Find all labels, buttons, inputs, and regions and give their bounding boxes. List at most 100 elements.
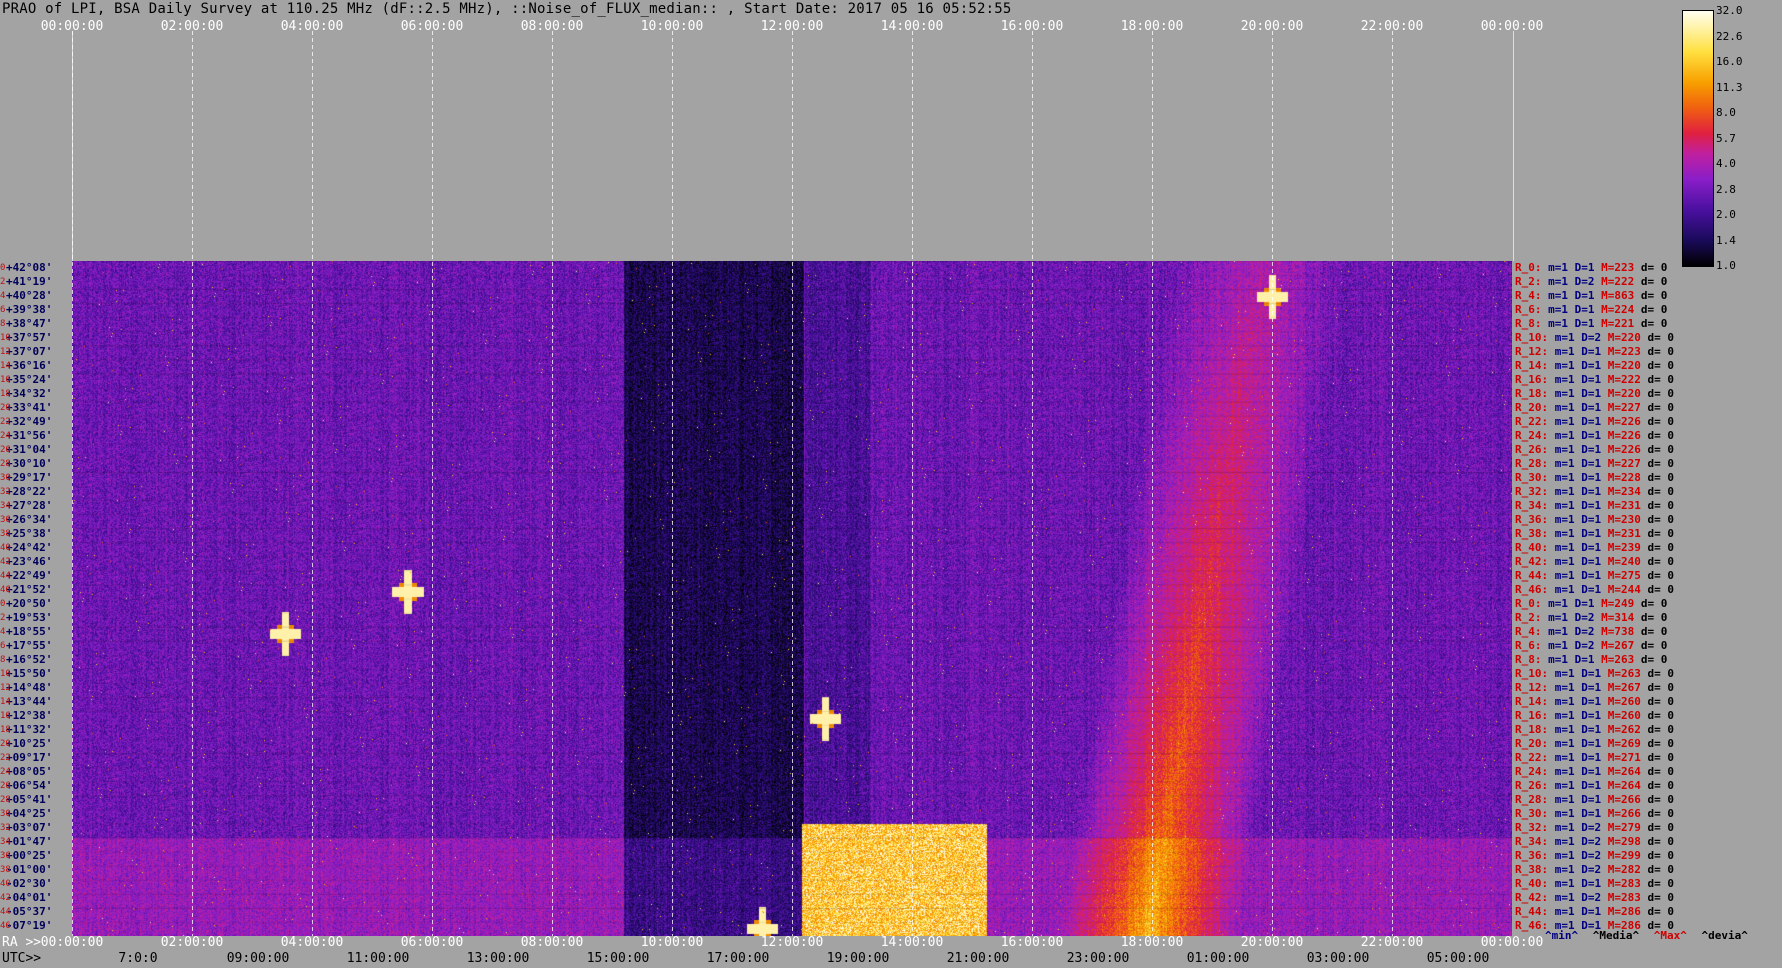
stat-M: M=220 bbox=[1607, 359, 1648, 372]
row-index: 4 bbox=[0, 291, 6, 301]
stat-d: d= 0 bbox=[1647, 723, 1675, 736]
stat-d: d= 0 bbox=[1647, 443, 1675, 456]
declination-label: +19°53' bbox=[6, 611, 53, 624]
row-index: 18 bbox=[0, 389, 11, 399]
row-stat: R_22: m=1 D=1 M=226 d= 0 bbox=[1515, 415, 1674, 428]
stat-D: D=1 bbox=[1581, 667, 1608, 680]
stat-m: m=1 bbox=[1548, 625, 1575, 638]
declination-label: +24°42' bbox=[6, 541, 53, 554]
stat-r: R_20: bbox=[1515, 737, 1555, 750]
stat-M: M=282 bbox=[1607, 863, 1648, 876]
stat-M: M=269 bbox=[1607, 737, 1648, 750]
stat-D: D=1 bbox=[1574, 303, 1602, 316]
declination-label: +39°38' bbox=[6, 303, 53, 316]
row-index: 42 bbox=[0, 893, 11, 903]
row-stat: R_28: m=1 D=1 M=227 d= 0 bbox=[1515, 457, 1674, 470]
stat-M: M=738 bbox=[1601, 625, 1641, 638]
stat-d: d= 0 bbox=[1647, 681, 1675, 694]
row-stat: R_30: m=1 D=1 M=266 d= 0 bbox=[1515, 807, 1674, 820]
stat-m: m=1 bbox=[1554, 779, 1582, 792]
row-stat: R_24: m=1 D=1 M=226 d= 0 bbox=[1515, 429, 1674, 442]
stat-d: d= 0 bbox=[1647, 835, 1675, 848]
stat-D: D=1 bbox=[1574, 289, 1602, 302]
row-stat: R_30: m=1 D=1 M=228 d= 0 bbox=[1515, 471, 1674, 484]
stat-D: D=1 bbox=[1574, 597, 1602, 610]
stat-D: D=1 bbox=[1581, 345, 1608, 358]
stat-m: m=1 bbox=[1554, 499, 1582, 512]
legend-max: ^Max^ bbox=[1653, 929, 1687, 942]
utc-tick: 03:00:00 bbox=[1306, 951, 1370, 966]
stat-d: d= 0 bbox=[1647, 415, 1675, 428]
row-index: 30 bbox=[0, 809, 11, 819]
stat-r: R_8: bbox=[1515, 653, 1549, 666]
stat-m: m=1 bbox=[1548, 289, 1575, 302]
stat-D: D=1 bbox=[1581, 723, 1608, 736]
stat-M: M=227 bbox=[1607, 401, 1648, 414]
stat-D: D=1 bbox=[1581, 583, 1608, 596]
colorbar-tick: 32.0 bbox=[1716, 4, 1743, 17]
stat-D: D=1 bbox=[1581, 443, 1608, 456]
row-index: 44 bbox=[0, 907, 11, 917]
stat-D: D=1 bbox=[1581, 359, 1608, 372]
stat-M: M=240 bbox=[1607, 555, 1648, 568]
stat-M: M=220 bbox=[1607, 387, 1648, 400]
stat-r: R_30: bbox=[1515, 807, 1555, 820]
stat-D: D=1 bbox=[1581, 807, 1608, 820]
stat-r: R_44: bbox=[1515, 569, 1555, 582]
declination-label: +05°41' bbox=[6, 793, 53, 806]
stat-m: m=1 bbox=[1554, 373, 1582, 386]
declination-label: +21°52' bbox=[6, 583, 53, 596]
stat-M: M=267 bbox=[1607, 681, 1648, 694]
stat-m: m=1 bbox=[1554, 709, 1582, 722]
stat-D: D=1 bbox=[1581, 401, 1608, 414]
stat-D: D=2 bbox=[1574, 275, 1602, 288]
stat-m: m=1 bbox=[1554, 891, 1582, 904]
row-index: 26 bbox=[0, 445, 11, 455]
stat-d: d= 0 bbox=[1647, 695, 1675, 708]
stat-D: D=1 bbox=[1581, 373, 1608, 386]
ra-tick: 08:00:00 bbox=[520, 935, 584, 950]
stat-m: m=1 bbox=[1554, 821, 1582, 834]
legend-median: ^Media^ bbox=[1592, 929, 1640, 942]
row-stat: R_4: m=1 D=2 M=738 d= 0 bbox=[1515, 625, 1667, 638]
ra-tick: 04:00:00 bbox=[280, 935, 344, 950]
row-stat: R_42: m=1 D=1 M=240 d= 0 bbox=[1515, 555, 1674, 568]
stat-d: d= 0 bbox=[1647, 765, 1675, 778]
stat-m: m=1 bbox=[1554, 681, 1582, 694]
stat-r: R_12: bbox=[1515, 345, 1555, 358]
stat-m: m=1 bbox=[1554, 723, 1582, 736]
stat-M: M=221 bbox=[1601, 317, 1641, 330]
declination-label: +01°47' bbox=[6, 835, 53, 848]
stat-D: D=1 bbox=[1581, 737, 1608, 750]
declination-label: +33°41' bbox=[6, 401, 53, 414]
declination-label: +06°54' bbox=[6, 779, 53, 792]
stat-d: d= 0 bbox=[1647, 471, 1675, 484]
stat-r: R_14: bbox=[1515, 359, 1555, 372]
stat-d: d= 0 bbox=[1647, 891, 1675, 904]
declination-label: +22°49' bbox=[6, 569, 53, 582]
row-index: 8 bbox=[0, 319, 6, 329]
stat-m: m=1 bbox=[1554, 527, 1582, 540]
stat-M: M=231 bbox=[1607, 527, 1648, 540]
row-index: 30 bbox=[0, 473, 11, 483]
stat-d: d= 0 bbox=[1647, 863, 1675, 876]
stat-d: d= 0 bbox=[1647, 331, 1675, 344]
legend-dev: ^devia^ bbox=[1701, 929, 1748, 942]
row-index: 42 bbox=[0, 557, 11, 567]
declination-label: +20°50' bbox=[6, 597, 53, 610]
stat-M: M=863 bbox=[1601, 289, 1641, 302]
row-stat: R_6: m=1 D=2 M=267 d= 0 bbox=[1515, 639, 1667, 652]
declination-label: +32°49' bbox=[6, 415, 53, 428]
declination-label: +15°50' bbox=[6, 667, 53, 680]
row-stat: R_10: m=1 D=2 M=220 d= 0 bbox=[1515, 331, 1674, 344]
stat-M: M=226 bbox=[1607, 443, 1648, 456]
utc-tick: 15:00:00 bbox=[586, 951, 650, 966]
stat-M: M=279 bbox=[1607, 821, 1648, 834]
stat-M: M=264 bbox=[1607, 779, 1648, 792]
time-gridlines bbox=[72, 31, 1393, 936]
stat-D: D=1 bbox=[1581, 695, 1608, 708]
stat-r: R_8: bbox=[1515, 317, 1549, 330]
utc-tick: 11:00:00 bbox=[346, 951, 410, 966]
row-stat: R_38: m=1 D=2 M=282 d= 0 bbox=[1515, 863, 1674, 876]
stat-r: R_10: bbox=[1515, 667, 1555, 680]
